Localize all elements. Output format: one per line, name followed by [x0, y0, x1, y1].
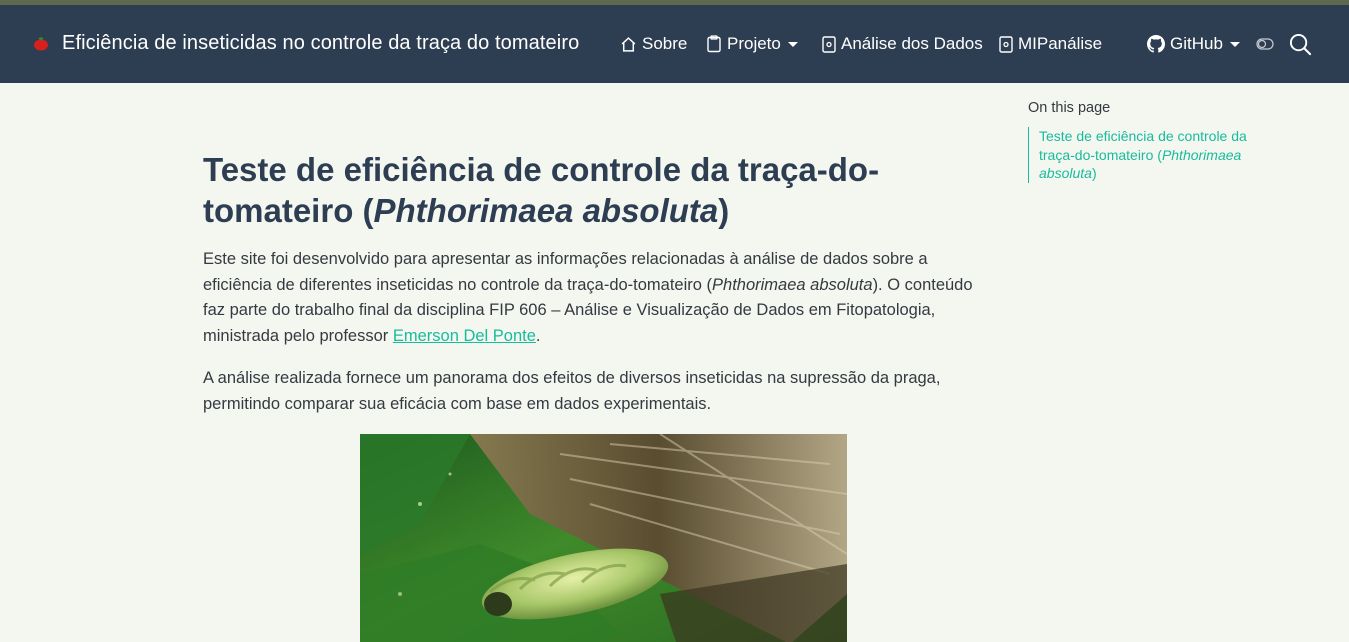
nav-github[interactable]: GitHub — [1147, 32, 1240, 56]
nav-sobre[interactable]: Sobre — [620, 32, 687, 56]
navbar: Eficiência de inseticidas no controle da… — [0, 5, 1349, 83]
nav-mipanalise[interactable]: MIPanálise — [999, 32, 1102, 56]
page-title: Teste de eficiência de controle da traça… — [203, 149, 923, 231]
search-icon — [1289, 33, 1311, 55]
file-code-icon — [999, 35, 1013, 53]
site-title: Eficiência de inseticidas no controle da… — [62, 32, 580, 54]
toc-link-teste-eficiencia[interactable]: Teste de eficiência de controle da traça… — [1039, 127, 1268, 183]
nav-github-label: GitHub — [1170, 34, 1223, 53]
nav-analise-dados[interactable]: Análise dos Dados — [822, 32, 983, 56]
toc-list: Teste de eficiência de controle da traça… — [1028, 127, 1268, 183]
page-title-species: Phthorimaea absoluta — [373, 192, 719, 229]
toggle-icon — [1256, 38, 1274, 50]
chevron-down-icon — [787, 41, 798, 47]
nav-projeto[interactable]: Projeto — [706, 32, 798, 56]
nav-analise-dados-label: Análise dos Dados — [841, 34, 983, 53]
toc-link-close: ) — [1091, 165, 1097, 181]
house-icon — [621, 36, 636, 52]
intro-species: Phthorimaea absoluta — [712, 275, 873, 294]
file-code-icon — [822, 35, 836, 53]
tomato-logo-icon — [34, 36, 48, 50]
theme-toggle[interactable] — [1255, 37, 1275, 51]
nav-mipanalise-label: MIPanálise — [1018, 34, 1103, 53]
nav-projeto-label: Projeto — [727, 34, 781, 53]
toc-title: On this page — [1028, 100, 1111, 116]
brand[interactable]: Eficiência de inseticidas no controle da… — [33, 32, 579, 55]
github-icon — [1147, 35, 1165, 53]
chevron-down-icon — [1229, 41, 1240, 47]
tomato-leafminer-larva-image — [360, 434, 847, 642]
search-button[interactable] — [1288, 32, 1312, 56]
analysis-paragraph: A análise realizada fornece um panorama … — [203, 369, 941, 413]
intro-text-3: . — [535, 326, 541, 345]
nav-sobre-label: Sobre — [642, 34, 688, 53]
intro-paragraph: Este site foi desenvolvido para apresent… — [203, 247, 998, 349]
page-title-close: ) — [718, 192, 730, 229]
professor-link[interactable]: Emerson Del Ponte — [393, 327, 536, 345]
clipboard-icon — [707, 35, 721, 53]
table-of-contents: On this page Teste de eficiência de cont… — [1028, 100, 1268, 183]
